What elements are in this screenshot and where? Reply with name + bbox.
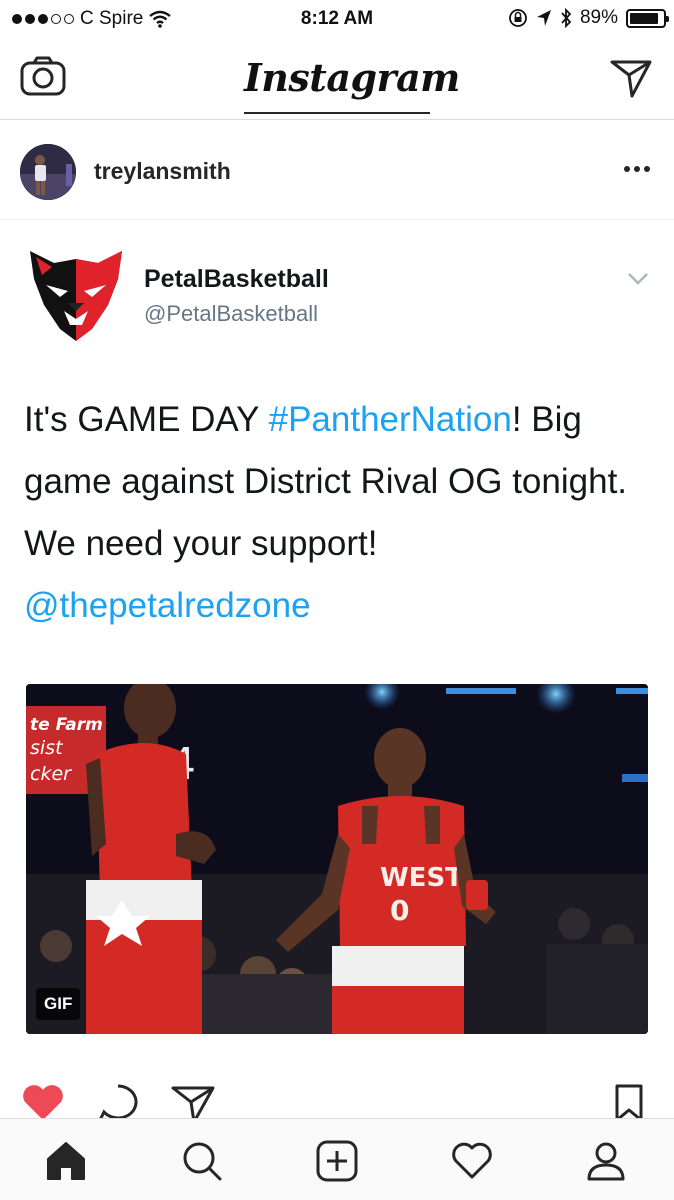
home-icon[interactable] xyxy=(44,1139,88,1183)
jersey-number: 0 xyxy=(390,894,409,927)
search-icon[interactable] xyxy=(180,1139,224,1183)
svg-text:cker: cker xyxy=(30,763,72,785)
activity-heart-icon[interactable] xyxy=(450,1139,494,1183)
battery-icon xyxy=(626,8,669,28)
tweet-text: It's GAME DAY #PantherNation! Big game a… xyxy=(24,389,654,637)
tweet-handle: @PetalBasketball xyxy=(144,301,318,326)
status-bar: C Spire 8:12 AM 89% xyxy=(0,0,674,38)
instagram-logo[interactable]: Instagram xyxy=(244,48,460,114)
share-icon[interactable] xyxy=(170,1082,216,1122)
tweet-hashtag: #PantherNation xyxy=(268,400,512,439)
post-username[interactable]: treylansmith xyxy=(94,158,231,185)
chevron-down-icon xyxy=(628,273,648,285)
post-image-tweet: PetalBasketball @PetalBasketball It's GA… xyxy=(0,221,674,1071)
orientation-lock-icon xyxy=(509,9,527,27)
bookmark-icon[interactable] xyxy=(612,1082,646,1122)
like-heart-icon[interactable] xyxy=(20,1082,66,1122)
bottom-tab-bar xyxy=(0,1118,674,1200)
battery-percent: 89% xyxy=(579,7,618,28)
profile-icon[interactable] xyxy=(584,1139,628,1183)
comment-icon[interactable] xyxy=(96,1082,140,1122)
bg-sign-text: te Farm xyxy=(30,715,103,735)
tweet-gif-media: te Farm sist cker 4 xyxy=(26,684,648,1034)
gif-badge: GIF xyxy=(36,988,81,1020)
svg-text:sist: sist xyxy=(30,737,64,759)
panther-logo xyxy=(30,251,122,341)
battery-level xyxy=(630,12,659,24)
jersey-text: WEST xyxy=(380,863,463,893)
tweet-text-part1: It's GAME DAY xyxy=(24,400,269,439)
camera-icon[interactable] xyxy=(20,56,66,96)
tweet-display-name: PetalBasketball xyxy=(144,265,329,293)
user-avatar[interactable] xyxy=(20,144,76,200)
top-navigation-bar: Instagram xyxy=(0,38,674,120)
post-actions xyxy=(0,1082,674,1122)
tweet-mention: @thepetalredzone xyxy=(24,586,311,625)
direct-message-icon[interactable] xyxy=(610,58,652,98)
add-post-icon[interactable] xyxy=(315,1139,359,1183)
more-options-icon[interactable] xyxy=(624,166,650,172)
status-right: 89% xyxy=(508,7,669,29)
location-arrow-icon xyxy=(536,10,551,26)
post-header: treylansmith xyxy=(0,120,674,220)
bluetooth-icon xyxy=(561,8,572,28)
